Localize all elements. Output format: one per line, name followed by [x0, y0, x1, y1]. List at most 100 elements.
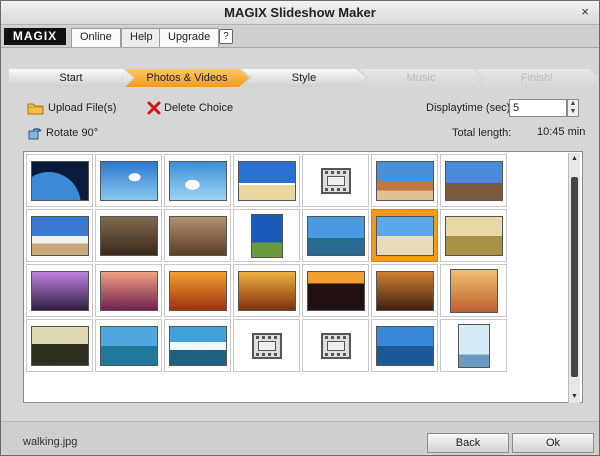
photo-image [449, 268, 498, 313]
delete-x-icon [147, 101, 161, 115]
delete-choice-button[interactable]: Delete Choice [147, 101, 233, 115]
scroll-thumb[interactable] [571, 177, 578, 377]
close-icon[interactable]: × [577, 4, 593, 20]
photo-image [99, 160, 158, 201]
photo-thumbnail[interactable] [95, 209, 162, 262]
photo-image [375, 270, 434, 311]
photo-image [99, 270, 158, 311]
rotate-button[interactable]: Rotate 90° [27, 125, 98, 141]
photo-image [444, 160, 503, 201]
photo-thumbnail[interactable] [26, 209, 93, 262]
title-bar: MAGIX Slideshow Maker × [1, 1, 599, 25]
photo-image [168, 215, 227, 256]
photo-image [168, 270, 227, 311]
photo-image [237, 270, 296, 311]
photo-image [375, 325, 434, 366]
photo-thumbnail[interactable] [164, 209, 231, 262]
photo-image [168, 325, 227, 366]
photo-image [250, 213, 283, 258]
photo-thumbnail[interactable] [440, 209, 507, 262]
magix-logo: MAGIX [4, 28, 66, 45]
media-grid-panel[interactable] [23, 151, 583, 403]
displaytime-label: Displaytime (sec): [426, 102, 514, 114]
photo-thumbnail[interactable] [371, 264, 438, 317]
photo-thumbnail[interactable] [371, 209, 438, 262]
rotate-icon [28, 128, 42, 140]
photo-image [375, 215, 434, 256]
photo-thumbnail[interactable] [233, 264, 300, 317]
displaytime-input[interactable]: 5 [509, 99, 567, 117]
photo-image [444, 215, 503, 256]
photo-thumbnail[interactable] [164, 154, 231, 207]
ok-button[interactable]: Ok [512, 433, 594, 453]
menu-help[interactable]: Help [121, 28, 162, 47]
menu-online[interactable]: Online [71, 28, 121, 47]
delete-choice-label: Delete Choice [164, 102, 234, 114]
photo-image [30, 325, 89, 366]
step-music-label: Music [406, 72, 436, 84]
photo-thumbnail[interactable] [26, 319, 93, 372]
step-photos-videos-label: Photos & Videos [146, 72, 228, 84]
upload-files-label: Upload File(s) [48, 102, 117, 114]
photo-thumbnail[interactable] [95, 264, 162, 317]
photo-thumbnail[interactable] [302, 264, 369, 317]
step-style-label: Style [291, 72, 317, 84]
back-button[interactable]: Back [427, 433, 509, 453]
photo-thumbnail[interactable] [371, 319, 438, 372]
menu-upgrade[interactable]: Upgrade [159, 28, 220, 47]
photo-thumbnail[interactable] [440, 319, 507, 372]
photo-image [168, 160, 227, 201]
vertical-scrollbar[interactable]: ▲ ▼ [568, 153, 580, 403]
window-title: MAGIX Slideshow Maker [224, 5, 376, 20]
scroll-down-icon[interactable]: ▼ [569, 391, 580, 403]
total-length-value: 10:45 min [537, 126, 586, 138]
photo-image [30, 270, 89, 311]
step-start-label: Start [59, 72, 83, 84]
photo-thumbnail[interactable] [95, 154, 162, 207]
photo-thumbnail[interactable] [302, 209, 369, 262]
photo-thumbnail[interactable] [26, 264, 93, 317]
photo-thumbnail[interactable] [371, 154, 438, 207]
filmstrip-icon [251, 332, 282, 359]
photo-image [30, 160, 89, 201]
photo-thumbnail[interactable] [233, 209, 300, 262]
step-photos-videos[interactable]: Photos & Videos [125, 69, 249, 87]
photo-image [99, 215, 158, 256]
step-style[interactable]: Style [242, 69, 366, 87]
photo-thumbnail[interactable] [440, 264, 507, 317]
video-thumbnail[interactable] [233, 319, 300, 372]
main-window: MAGIX Slideshow Maker × MAGIX Online Hel… [0, 0, 600, 456]
filmstrip-icon [320, 332, 351, 359]
step-music: Music [359, 69, 483, 87]
rotate-label: Rotate 90° [46, 127, 99, 139]
wizard-steps: Start Photos & Videos Style Music Finish… [9, 69, 599, 87]
spin-down-icon[interactable]: ▼ [568, 108, 578, 116]
spin-up-icon[interactable]: ▲ [568, 100, 578, 108]
status-filename: walking.jpg [23, 436, 78, 448]
photo-image [306, 215, 365, 256]
photo-thumbnail[interactable] [440, 154, 507, 207]
status-bar: walking.jpg Back Ok [1, 421, 599, 455]
video-thumbnail[interactable] [302, 154, 369, 207]
photo-thumbnail[interactable] [233, 154, 300, 207]
scroll-up-icon[interactable]: ▲ [569, 153, 580, 165]
photo-thumbnail[interactable] [95, 319, 162, 372]
displaytime-spinner[interactable]: ▲ ▼ [567, 99, 579, 117]
photo-image [306, 270, 365, 311]
filmstrip-icon [320, 167, 351, 194]
photo-thumbnail[interactable] [26, 154, 93, 207]
folder-icon [27, 103, 44, 115]
photo-image [457, 323, 490, 368]
photo-thumbnail[interactable] [164, 319, 231, 372]
upload-files-button[interactable]: Upload File(s) [27, 101, 116, 115]
photo-image [375, 160, 434, 201]
total-length-label: Total length: [452, 127, 512, 139]
step-start[interactable]: Start [9, 69, 133, 87]
menu-bar: MAGIX Online Help Upgrade ? [1, 26, 599, 48]
help-icon[interactable]: ? [219, 29, 233, 44]
video-thumbnail[interactable] [302, 319, 369, 372]
step-finish: Finish! [475, 69, 599, 87]
photo-image [237, 160, 296, 201]
photo-thumbnail[interactable] [164, 264, 231, 317]
photo-image [30, 215, 89, 256]
